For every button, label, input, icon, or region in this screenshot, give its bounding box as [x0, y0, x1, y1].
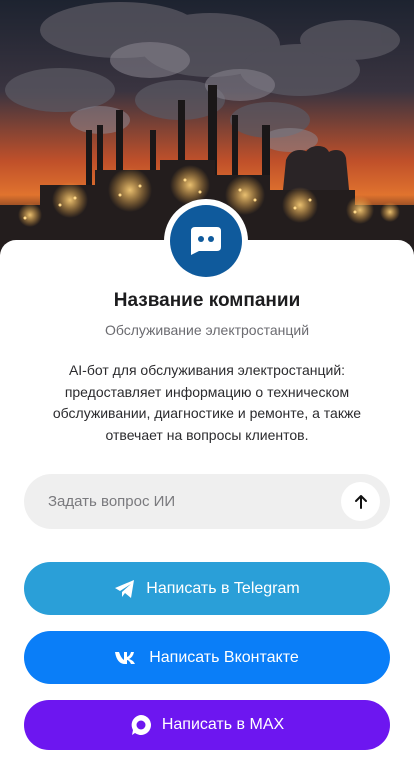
ask-ai-input[interactable]: [24, 474, 324, 529]
company-name: Название компании: [113, 290, 301, 311]
chat-bubble-icon: [191, 227, 221, 255]
arrow-up-icon: [354, 494, 367, 509]
company-description: AI-бот для обслуживания электростанций: …: [52, 362, 362, 443]
ask-ai-field: [24, 474, 390, 529]
telegram-button-label: Написать в Telegram: [146, 579, 300, 597]
company-subtitle: Обслуживание электростанций: [104, 322, 310, 338]
telegram-button[interactable]: Написать в Telegram: [24, 562, 390, 615]
max-button-label: Написать в MAX: [161, 716, 285, 733]
vk-icon: [115, 651, 139, 665]
telegram-icon: [114, 579, 136, 599]
vk-button-label: Написать Вконтакте: [149, 648, 299, 666]
max-icon: [130, 714, 152, 736]
vk-button[interactable]: Написать Вконтакте: [24, 631, 390, 684]
send-button[interactable]: [341, 482, 380, 521]
max-button[interactable]: Написать в MAX: [24, 700, 390, 750]
avatar: [164, 199, 248, 283]
bot-avatar: [170, 205, 242, 277]
